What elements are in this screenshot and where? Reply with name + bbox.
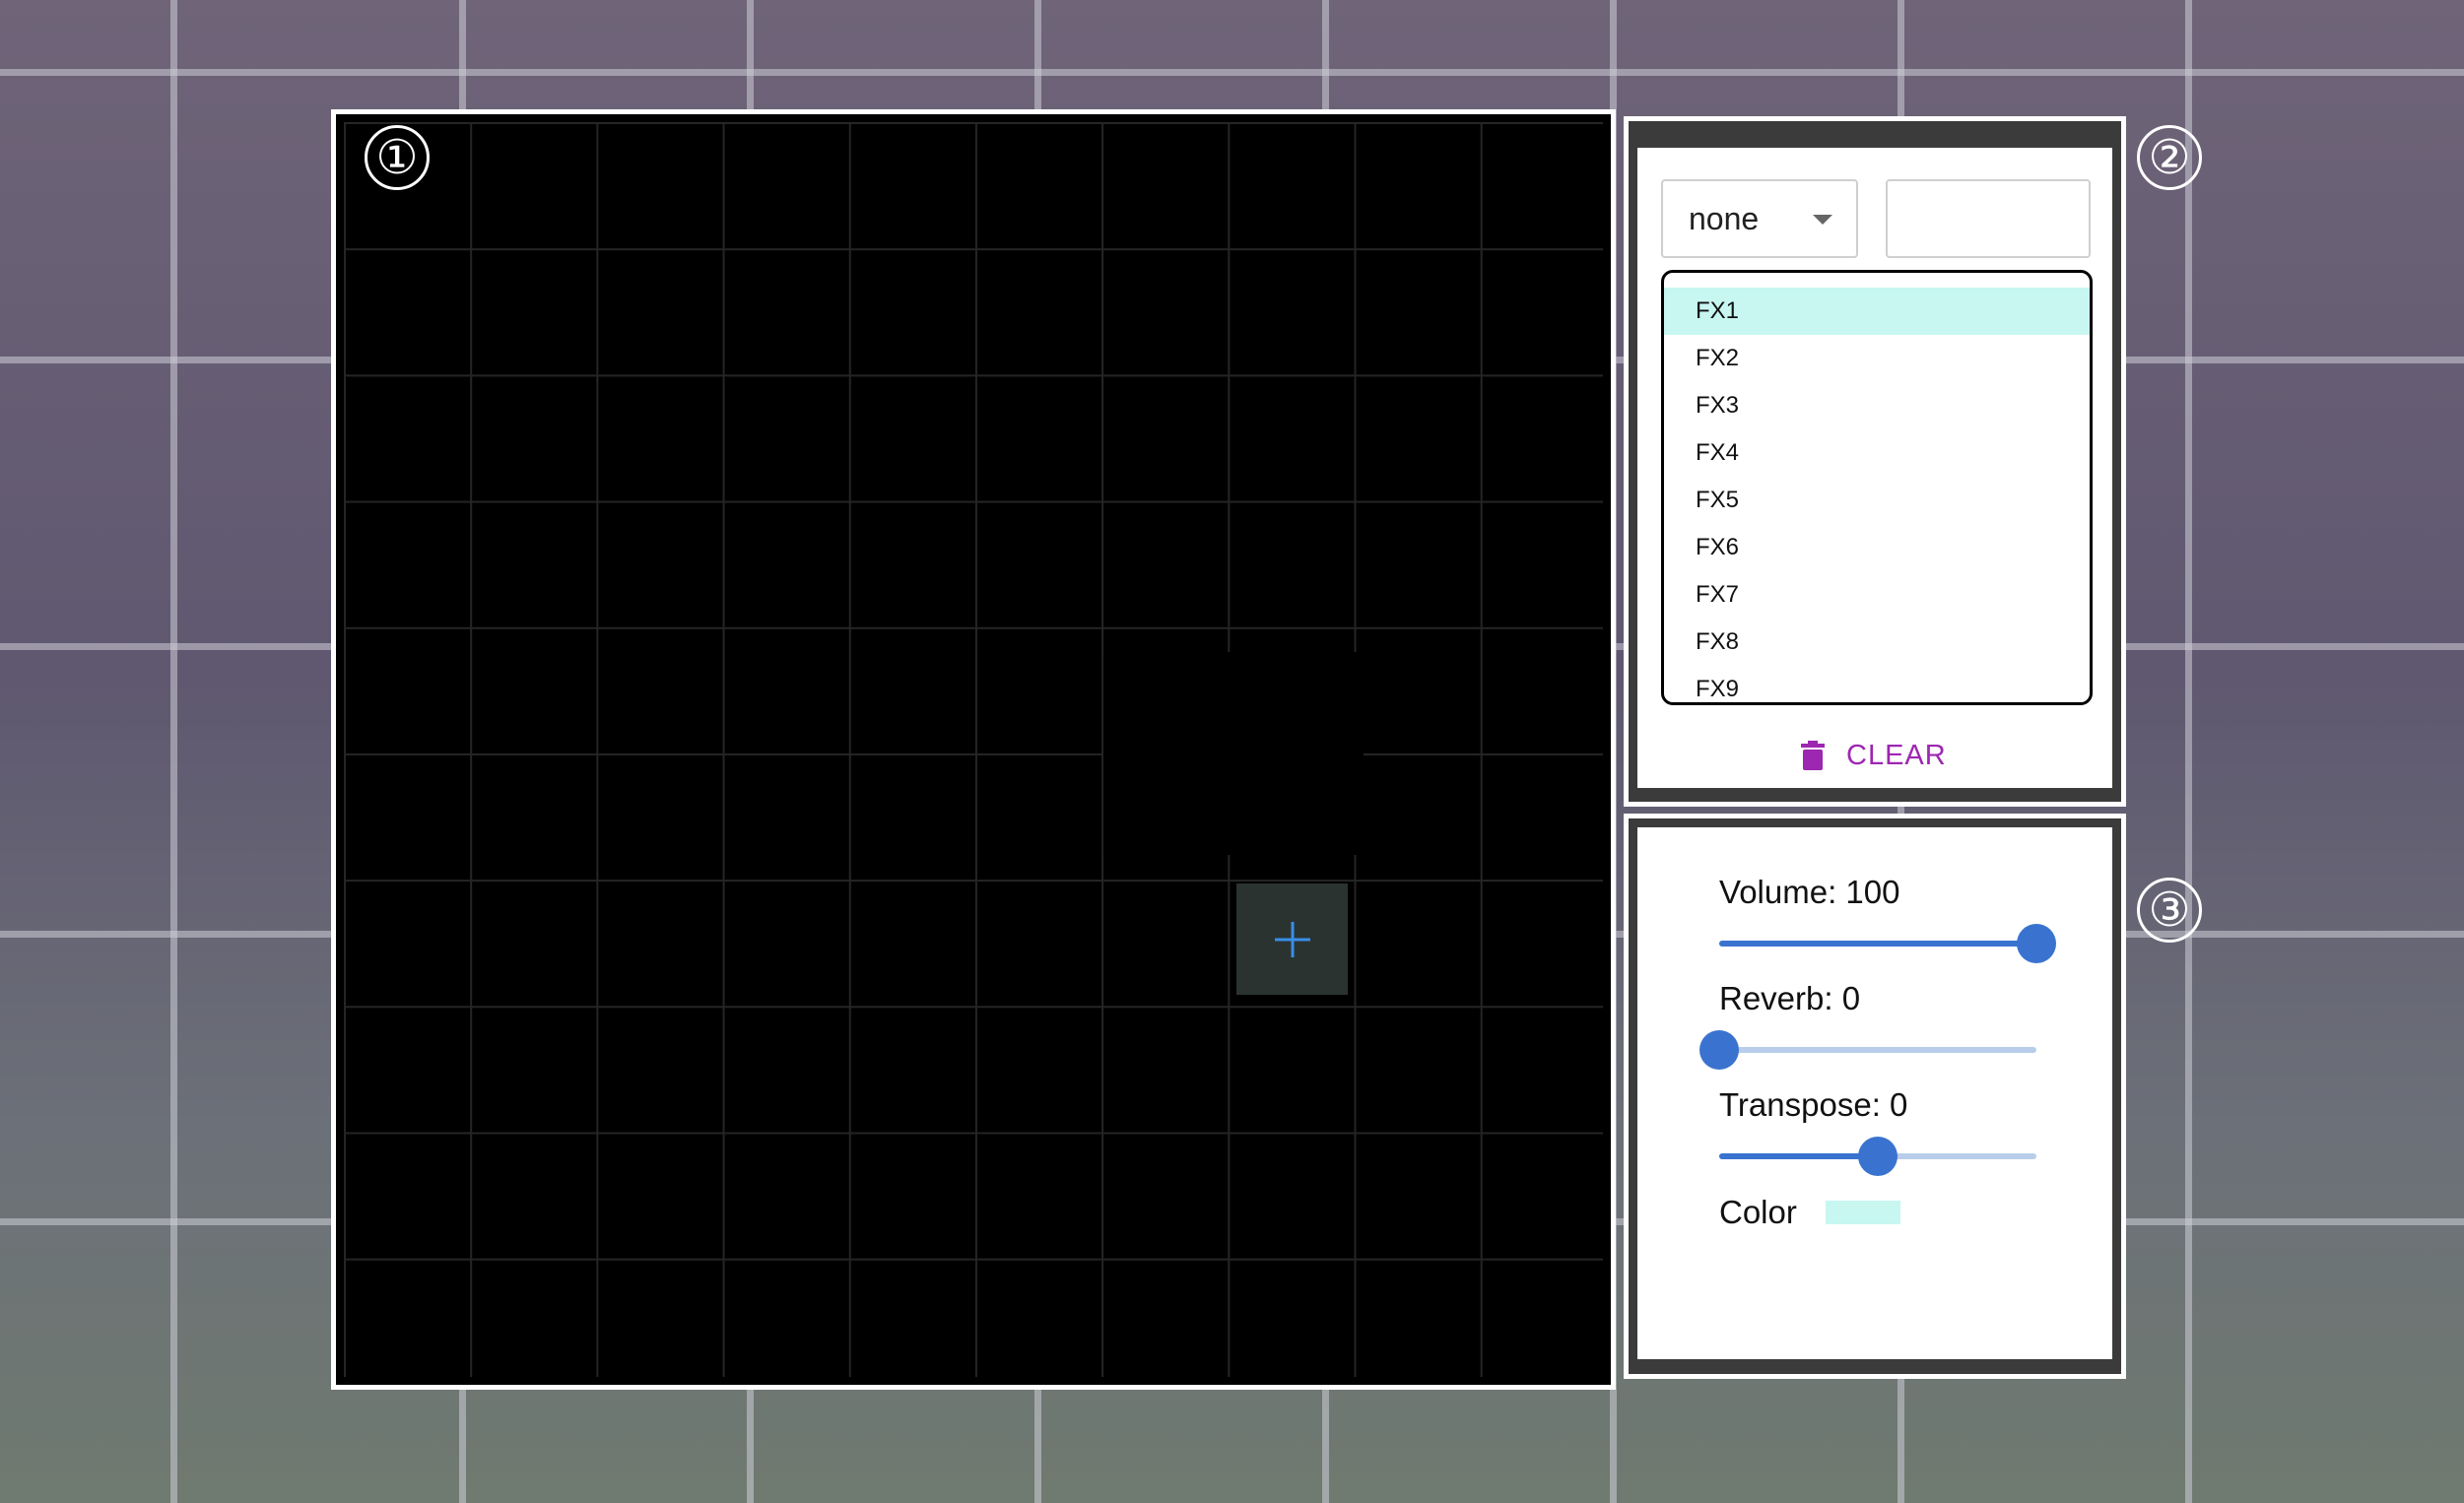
clear-button[interactable]: CLEAR — [1801, 731, 1947, 780]
chevron-down-icon — [1813, 215, 1832, 225]
fx-list-item[interactable]: FX9 — [1664, 666, 2090, 702]
color-swatch[interactable] — [1826, 1201, 1900, 1224]
volume-label: Volume: 100 — [1719, 874, 1900, 910]
reverb-slider[interactable] — [1699, 1030, 2036, 1070]
controls-panel: Volume: 100 Reverb: 0 Transpose: 0 Color — [1624, 814, 2126, 1379]
fx-list[interactable]: FX1 FX2 FX3 FX4 FX5 FX6 FX7 FX8 FX9 — [1661, 270, 2093, 705]
slider-track — [1719, 1047, 2036, 1053]
trash-icon — [1801, 741, 1825, 770]
transpose-slider[interactable] — [1719, 1137, 2036, 1176]
sequencer-grid-panel — [331, 109, 1616, 1390]
fx-panel: none FX1 FX2 FX3 FX4 FX5 FX6 FX7 FX8 FX9… — [1624, 116, 2126, 807]
add-cell-button[interactable] — [1236, 883, 1348, 995]
volume-slider[interactable] — [1719, 924, 2056, 963]
reverb-label: Reverb: 0 — [1719, 980, 1861, 1016]
slider-thumb[interactable] — [1858, 1137, 1898, 1176]
fx-list-item[interactable]: FX6 — [1664, 524, 2090, 571]
fx-panel-content: none FX1 FX2 FX3 FX4 FX5 FX6 FX7 FX8 FX9… — [1637, 148, 2112, 788]
fx-list-item[interactable]: FX7 — [1664, 571, 2090, 619]
fx-list-item[interactable]: FX4 — [1664, 429, 2090, 477]
badge-fx: ② — [2137, 125, 2202, 190]
fx-list-item[interactable]: FX8 — [1664, 619, 2090, 666]
fx-name-input[interactable] — [1886, 179, 2091, 258]
color-label: Color — [1719, 1194, 1797, 1230]
transpose-label: Transpose: 0 — [1719, 1086, 1908, 1123]
fx-type-select-value: none — [1689, 201, 1760, 236]
slider-fill — [1719, 941, 2036, 947]
fx-list-item[interactable]: FX3 — [1664, 382, 2090, 429]
clear-button-label: CLEAR — [1846, 739, 1947, 771]
fx-list-item[interactable]: FX1 — [1664, 288, 2090, 335]
slider-thumb[interactable] — [2017, 924, 2056, 963]
plus-icon — [1274, 921, 1310, 957]
fx-list-item[interactable]: FX2 — [1664, 335, 2090, 382]
slider-thumb[interactable] — [1699, 1030, 1739, 1070]
fx-type-select[interactable]: none — [1661, 179, 1858, 258]
badge-grid: ① — [365, 125, 430, 190]
controls-panel-content: Volume: 100 Reverb: 0 Transpose: 0 Color — [1637, 827, 2112, 1359]
slider-fill — [1719, 1153, 1878, 1159]
fx-list-item[interactable]: FX5 — [1664, 477, 2090, 524]
grid-highlight-block — [1103, 652, 1364, 855]
badge-controls: ③ — [2137, 878, 2202, 943]
sequencer-grid[interactable] — [344, 122, 1603, 1377]
